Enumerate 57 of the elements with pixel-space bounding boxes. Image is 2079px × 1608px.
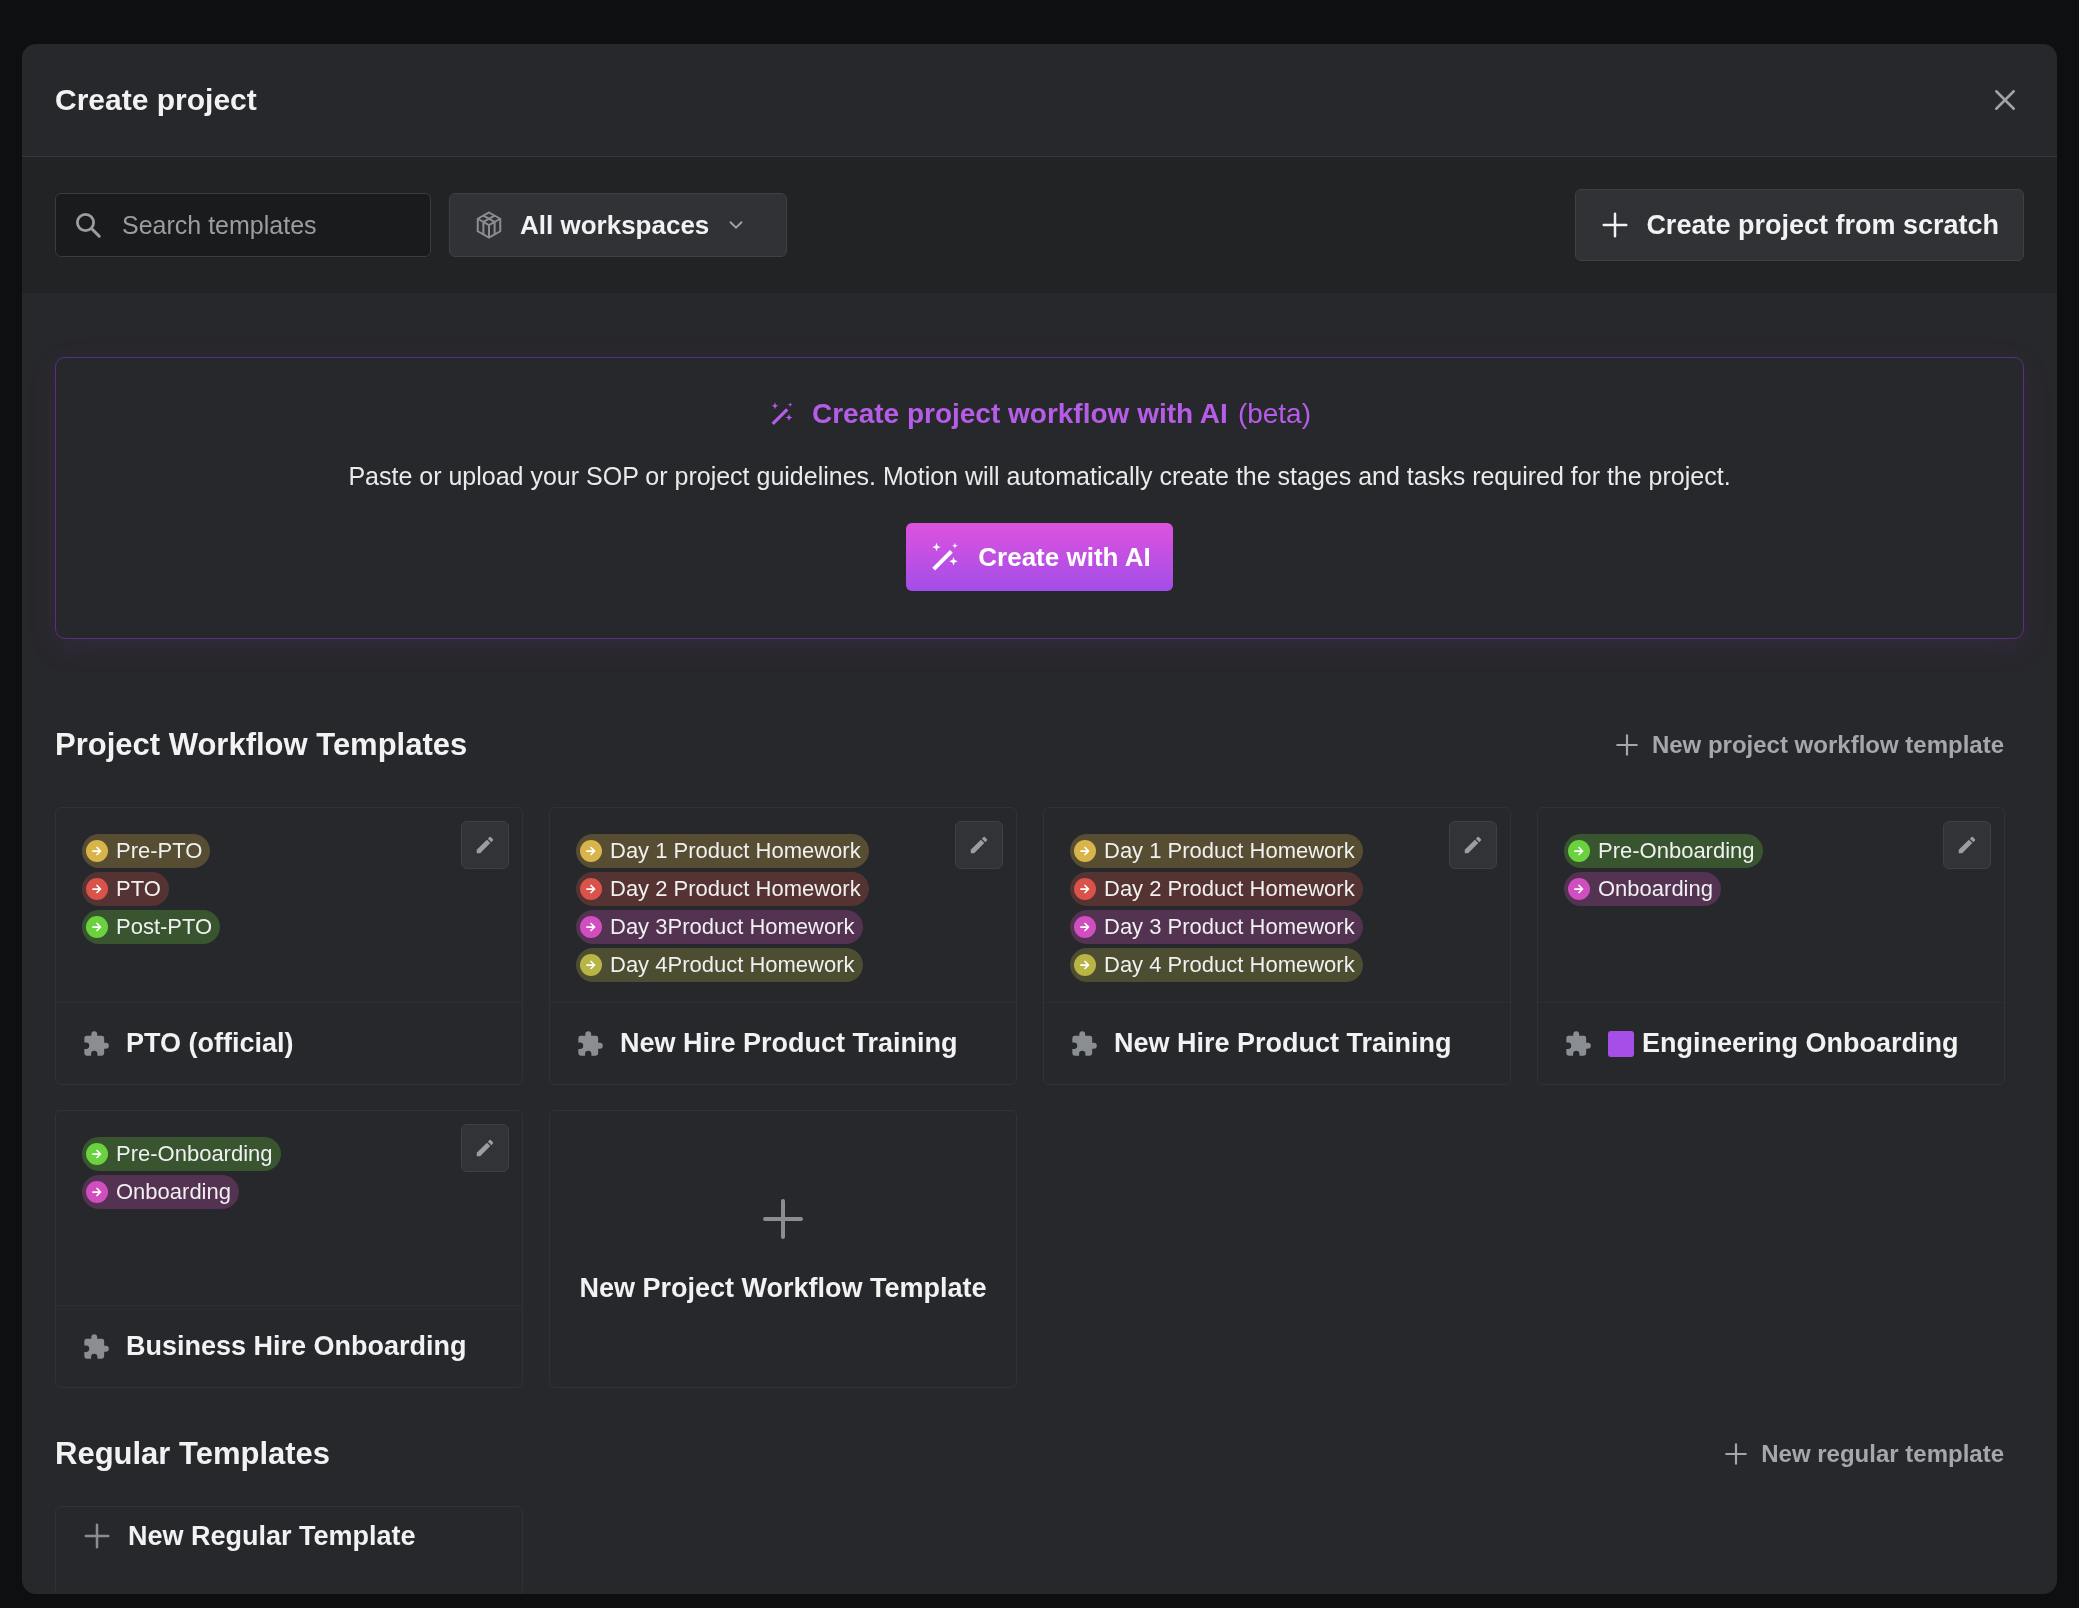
edit-button[interactable] xyxy=(461,1124,509,1172)
stage-tag: Day 1 Product Homework xyxy=(1070,834,1363,868)
new-template-link[interactable]: New regular template xyxy=(1717,1439,2010,1469)
template-name: New Hire Product Training xyxy=(1114,1028,1452,1059)
template-name: Business Hire Onboarding xyxy=(126,1331,467,1362)
new-template-link[interactable]: New project workflow template xyxy=(1607,730,2010,760)
stage-tag: Day 3Product Homework xyxy=(576,910,863,944)
template-card[interactable]: Pre-PTO PTO Post-PTO PTO (official) xyxy=(55,807,523,1085)
stage-tag: Day 1 Product Homework xyxy=(576,834,869,868)
stage-tag: Onboarding xyxy=(1564,872,1721,906)
puzzle-icon xyxy=(1564,1029,1592,1058)
create-from-scratch-button[interactable]: Create project from scratch xyxy=(1575,189,2024,261)
stage-tag: Onboarding xyxy=(82,1175,239,1209)
new-template-card[interactable]: New Regular Template xyxy=(55,1506,523,1594)
stage-tag: Pre-Onboarding xyxy=(82,1137,281,1171)
stage-tag: Day 2 Product Homework xyxy=(1070,872,1363,906)
template-name: Engineering Onboarding xyxy=(1642,1028,1959,1059)
puzzle-icon xyxy=(82,1029,110,1058)
pencil-icon xyxy=(968,834,990,856)
edit-button[interactable] xyxy=(955,821,1003,869)
pencil-icon xyxy=(474,1137,496,1159)
cube-icon xyxy=(474,210,504,240)
stage-tag: Pre-PTO xyxy=(82,834,211,868)
puzzle-icon xyxy=(82,1332,110,1361)
plus-icon xyxy=(1613,732,1640,758)
puzzle-icon xyxy=(576,1029,604,1058)
stage-tag: Day 3 Product Homework xyxy=(1070,910,1363,944)
search-field[interactable]: Search templates xyxy=(55,193,431,257)
pencil-icon xyxy=(1462,834,1484,856)
stage-tag: Day 4 Product Homework xyxy=(1070,948,1363,982)
template-card[interactable]: Day 1 Product Homework Day 2 Product Homework Day 3Product Homework Day 4Product Homework New Hire Product Training xyxy=(549,807,1017,1085)
stage-tag: Post-PTO xyxy=(82,910,221,944)
template-card[interactable]: Day 1 Product Homework Day 2 Product Homework Day 3 Product Homework Day 4 Product Homework New Hire Product Training xyxy=(1043,807,1511,1085)
dialog-title: Create project xyxy=(55,83,257,117)
edit-button[interactable] xyxy=(461,821,509,869)
pencil-icon xyxy=(474,834,496,856)
ai-panel-title: Create project workflow with AI (beta) xyxy=(811,398,1312,430)
stage-tag: Pre-Onboarding xyxy=(1564,834,1763,868)
stage-tag: Day 2 Product Homework xyxy=(576,872,869,906)
template-card[interactable]: Pre-Onboarding Onboarding Business Hire Onboarding xyxy=(55,1110,523,1388)
edit-button[interactable] xyxy=(1943,821,1991,869)
ai-panel-description: Paste or upload your SOP or project guidelines. Motion will automatically create the stages and tasks required for the project. xyxy=(348,462,1731,491)
template-card[interactable]: Pre-Onboarding Onboarding Engineering Onboarding xyxy=(1537,807,2005,1085)
section-heading: Project Workflow Templates xyxy=(55,727,468,763)
plus-icon xyxy=(82,1521,112,1551)
section-heading: Regular Templates xyxy=(55,1436,331,1472)
pencil-icon xyxy=(1956,834,1978,856)
puzzle-icon xyxy=(1070,1029,1098,1058)
new-template-card[interactable]: New Project Workflow Template xyxy=(549,1110,1017,1388)
stage-tag: PTO xyxy=(82,872,169,906)
workspace-dropdown[interactable]: All workspaces xyxy=(449,193,787,257)
edit-button[interactable] xyxy=(1449,821,1497,869)
plus-icon xyxy=(1723,1441,1750,1467)
stage-tag: Day 4Product Homework xyxy=(576,948,863,982)
template-name: PTO (official) xyxy=(126,1028,294,1059)
template-name: New Hire Product Training xyxy=(620,1028,958,1059)
create-with-ai-button[interactable]: Create with AI xyxy=(906,523,1173,591)
